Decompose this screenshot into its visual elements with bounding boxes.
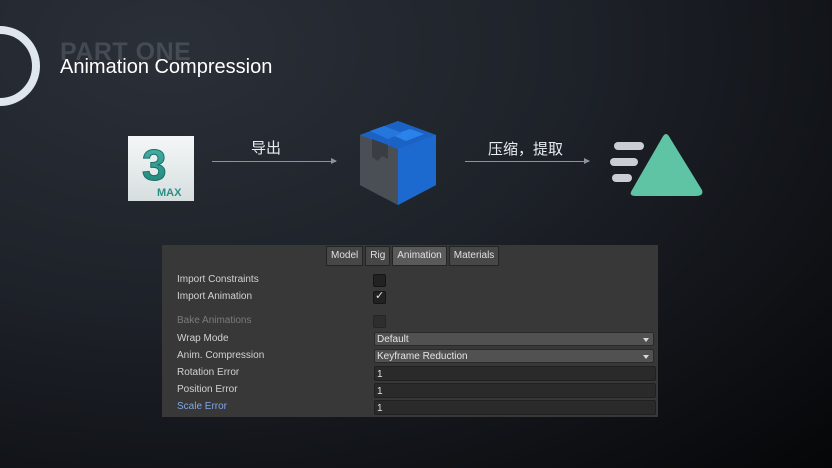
animation-import-inspector: Model Rig Animation Materials Import Con… [162,245,658,417]
compress-arrow [465,158,590,164]
chevron-down-icon [643,338,649,342]
anim-compression-value: Keyframe Reduction [377,351,468,362]
chevron-down-icon [643,355,649,359]
wrap-mode-label: Wrap Mode [177,333,229,344]
decorative-ring [0,26,40,106]
rotation-error-label: Rotation Error [177,367,240,378]
anim-compression-label: Anim. Compression [177,350,265,361]
triangle-motion-icon [610,134,703,196]
import-animation-label: Import Animation [177,291,253,302]
scale-error-label: Scale Error [177,401,228,412]
position-error-input[interactable]: 1 [374,383,656,398]
bake-animations-checkbox [373,315,386,328]
import-constraints-label: Import Constraints [177,274,259,285]
unity-package-icon [360,121,436,205]
tab-animation[interactable]: Animation [392,246,447,266]
tab-model[interactable]: Model [326,246,364,266]
bake-animations-label: Bake Animations [177,315,252,326]
position-error-label: Position Error [177,384,238,395]
compress-label: 压缩，提取 [488,141,564,158]
anim-compression-dropdown[interactable]: Keyframe Reduction [374,349,654,363]
wrap-mode-value: Default [377,334,409,345]
tab-rig[interactable]: Rig [365,246,391,266]
export-arrow [212,158,337,164]
rotation-error-input[interactable]: 1 [374,366,656,381]
3ds-max-icon: 3 MAX [128,136,194,201]
max-logo-digit: 3 [142,141,166,190]
import-animation-checkbox[interactable]: ✓ [373,290,386,304]
scale-error-input[interactable]: 1 [374,400,656,415]
tab-materials[interactable]: Materials [448,246,500,266]
slide-title: Animation Compression [60,56,273,78]
max-logo-text: MAX [157,187,182,199]
export-label: 导出 [251,140,282,157]
wrap-mode-dropdown[interactable]: Default [374,332,654,346]
import-constraints-checkbox[interactable] [373,274,386,287]
checkmark-icon: ✓ [375,290,385,302]
inspector-tabs: Model Rig Animation Materials [326,246,501,266]
